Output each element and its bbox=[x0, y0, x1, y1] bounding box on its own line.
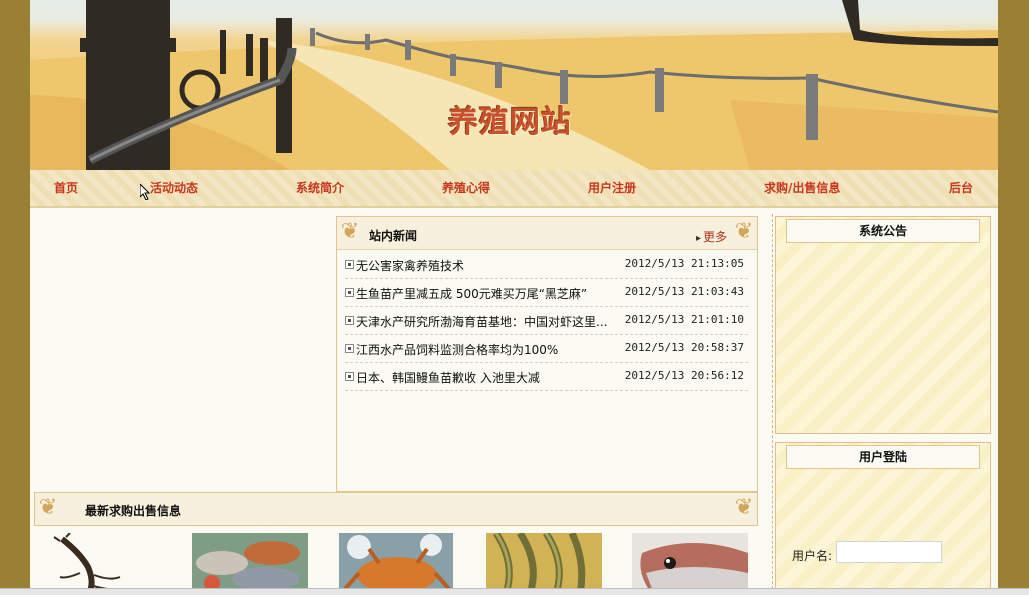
nav-buy-sell[interactable]: 求购/出售信息 bbox=[764, 179, 840, 196]
username-label: 用户名: bbox=[792, 549, 833, 563]
nav-activities[interactable]: 活动动态 bbox=[150, 179, 198, 196]
crab-icon[interactable] bbox=[339, 533, 453, 594]
news-item[interactable]: 生鱼苗产里减五成 500元难买万尾“黑芝麻” 2012/5/13 21:03:4… bbox=[345, 279, 748, 307]
news-panel-title: 站内新闻 bbox=[369, 229, 418, 243]
nav-register[interactable]: 用户注册 bbox=[588, 179, 636, 196]
site-news-panel: ❦ 站内新闻 更多 ❦ 无公害家禽养殖技术 2012/5/13 21:13:05… bbox=[336, 216, 758, 492]
nav-home[interactable]: 首页 bbox=[54, 179, 78, 196]
news-item[interactable]: 江西水产品饲料监测合格率均为100% 2012/5/13 20:58:37 bbox=[345, 335, 748, 363]
login-box: 用户登陆 用户名: bbox=[775, 442, 991, 594]
username-input[interactable] bbox=[836, 541, 942, 563]
login-header: 用户登陆 bbox=[786, 445, 980, 469]
seafood-icon[interactable] bbox=[192, 533, 308, 594]
ornament-corner-icon: ❦ bbox=[38, 495, 58, 520]
site-title: 养殖网站 bbox=[448, 105, 572, 140]
bullet-icon bbox=[345, 288, 354, 297]
lobster-icon[interactable] bbox=[50, 533, 130, 594]
news-item[interactable]: 天津水产研究所渤海育苗基地：中国对虾这里... 2012/5/13 21:01:… bbox=[345, 307, 748, 335]
news-item-title[interactable]: 天津水产研究所渤海育苗基地：中国对虾这里... bbox=[356, 313, 607, 330]
landscape-illustration bbox=[30, 0, 998, 170]
nav-breeding-tips[interactable]: 养殖心得 bbox=[442, 179, 490, 196]
news-item[interactable]: 日本、韩国鳗鱼苗歉收 入池里大减 2012/5/13 20:56:12 bbox=[345, 363, 748, 391]
main-nav: 首页 活动动态 系统简介 养殖心得 用户注册 求购/出售信息 后台 bbox=[30, 170, 998, 208]
news-more-link[interactable]: 更多 bbox=[696, 228, 727, 245]
bullet-icon bbox=[345, 260, 354, 269]
bullet-icon bbox=[345, 372, 354, 381]
announcement-title: 系统公告 bbox=[858, 224, 907, 238]
news-item[interactable]: 无公害家禽养殖技术 2012/5/13 21:13:05 bbox=[345, 251, 748, 279]
news-item-title[interactable]: 生鱼苗产里减五成 500元难买万尾“黑芝麻” bbox=[356, 285, 587, 302]
right-sidebar: 系统公告 用户登陆 用户名: bbox=[772, 214, 991, 594]
news-item-date: 2012/5/13 21:01:10 bbox=[624, 313, 744, 326]
bullet-icon bbox=[345, 316, 354, 325]
announcement-box: 系统公告 bbox=[775, 216, 991, 434]
news-item-date: 2012/5/13 21:13:05 bbox=[624, 257, 744, 270]
news-item-date: 2012/5/13 20:58:37 bbox=[624, 341, 744, 354]
nav-admin[interactable]: 后台 bbox=[949, 179, 973, 196]
news-item-date: 2012/5/13 20:56:12 bbox=[624, 369, 744, 382]
mouse-pointer-icon bbox=[140, 184, 150, 200]
bullet-icon bbox=[345, 344, 354, 353]
site-banner: 养殖网站 bbox=[30, 0, 998, 170]
ornament-corner-icon: ❦ bbox=[734, 219, 754, 244]
news-item-title[interactable]: 日本、韩国鳗鱼苗歉收 入池里大减 bbox=[356, 369, 540, 386]
login-title: 用户登陆 bbox=[858, 450, 907, 464]
fish-icon[interactable] bbox=[632, 533, 748, 594]
news-panel-header: ❦ 站内新闻 更多 ❦ bbox=[337, 217, 757, 250]
buy-sell-title: 最新求购出售信息 bbox=[85, 504, 182, 518]
news-item-title[interactable]: 江西水产品饲料监测合格率均为100% bbox=[356, 341, 558, 358]
nav-system-intro[interactable]: 系统简介 bbox=[296, 179, 344, 196]
news-item-date: 2012/5/13 21:03:43 bbox=[624, 285, 744, 298]
page: 养殖网站 首页 活动动态 系统简介 养殖心得 用户注册 求购/出售信息 后台 ❦… bbox=[30, 0, 998, 594]
eel-icon[interactable] bbox=[486, 533, 602, 594]
ornament-corner-icon: ❦ bbox=[340, 219, 360, 244]
news-item-title[interactable]: 无公害家禽养殖技术 bbox=[356, 257, 464, 274]
ornament-corner-icon: ❦ bbox=[734, 495, 754, 520]
announcement-header: 系统公告 bbox=[786, 219, 980, 243]
buy-sell-header: ❦ 最新求购出售信息 ❦ bbox=[34, 492, 758, 526]
